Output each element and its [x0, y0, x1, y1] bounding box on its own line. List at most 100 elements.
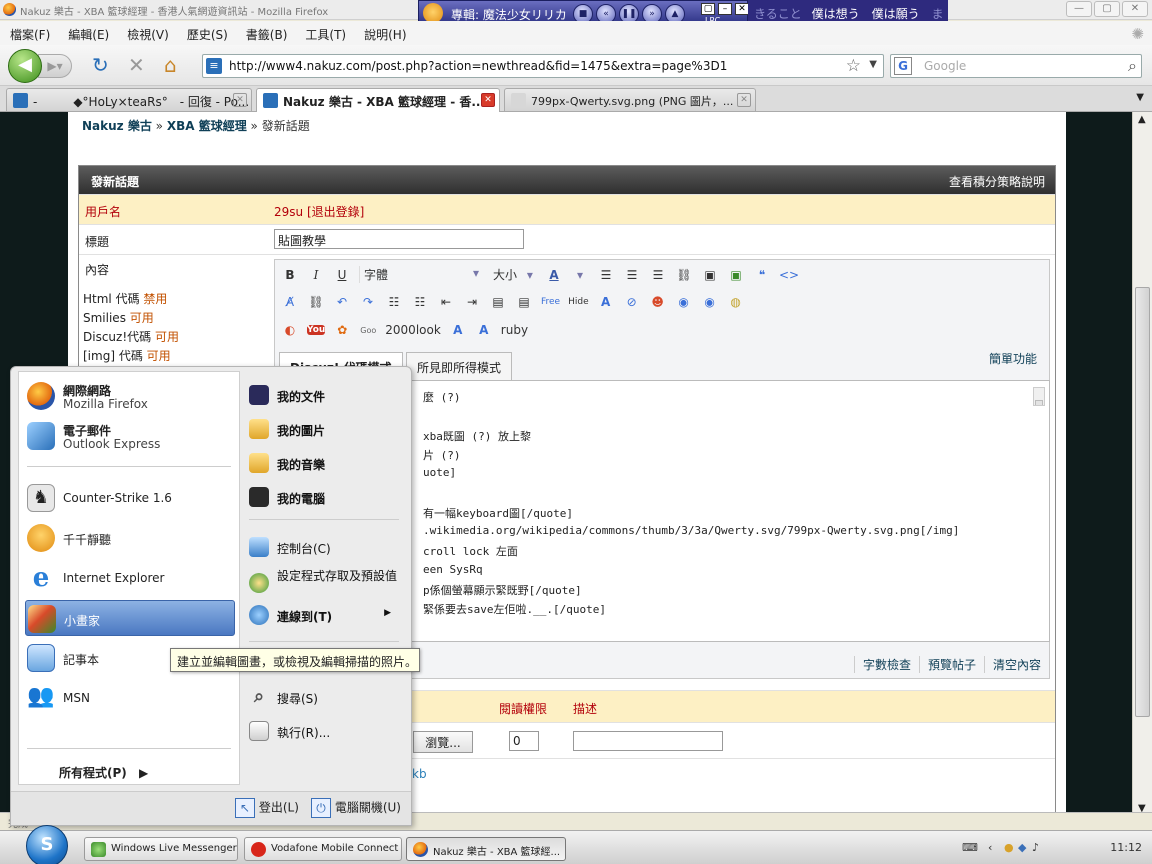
tab-nakuz[interactable]: Nakuz 樂古 - XBA 籃球經理 - 香... ✕: [256, 88, 500, 112]
all-programs-button[interactable]: 所有程式(P) ▶: [59, 764, 148, 781]
simple-mode-link[interactable]: 簡單功能: [989, 350, 1037, 367]
music-icon[interactable]: ✿: [333, 323, 351, 337]
clear-content-link[interactable]: 清空內容: [983, 656, 1041, 673]
float-right-icon[interactable]: ▤: [515, 295, 533, 309]
bold-icon[interactable]: B: [281, 268, 299, 282]
float-left-icon[interactable]: ▤: [489, 295, 507, 309]
start-item-internet-explorer[interactable]: e Internet Explorer: [25, 560, 235, 596]
menu-view[interactable]: 檢視(V): [127, 26, 169, 42]
menu-help[interactable]: 說明(H): [364, 26, 406, 42]
description-input[interactable]: [573, 731, 723, 751]
tab-wysiwyg-mode[interactable]: 所見即所得模式: [406, 352, 513, 380]
undo-icon[interactable]: ↶: [333, 295, 351, 309]
search-box[interactable]: G Google ⌕: [890, 54, 1142, 78]
ext-ruby[interactable]: ruby: [501, 323, 528, 337]
word-count-link[interactable]: 字數檢查: [853, 656, 911, 673]
breadcrumb-site[interactable]: Nakuz 樂古: [82, 119, 152, 133]
shutdown-button[interactable]: ⏻ 電腦關機(U): [311, 798, 401, 818]
home-icon[interactable]: ⌂: [164, 54, 177, 76]
close-icon[interactable]: ✕: [735, 3, 749, 15]
volume-icon[interactable]: ♪: [1032, 841, 1039, 854]
ordered-list-icon[interactable]: ☷: [385, 295, 403, 309]
menu-history[interactable]: 歷史(S): [187, 26, 228, 42]
tab-holy-tears[interactable]: - ◆°HoLy×teaRs° - 回復 - Po... ✕: [6, 88, 252, 111]
preview-link[interactable]: 預覽帖子: [918, 656, 976, 673]
url-bar[interactable]: ≡ http://www4.nakuz.com/post.php?action=…: [202, 54, 884, 78]
size-select[interactable]: 大小 ▾: [493, 266, 537, 283]
media-icon[interactable]: ◉: [675, 295, 693, 309]
align-center-icon[interactable]: ☰: [623, 268, 641, 282]
menu-tools[interactable]: 工具(T): [305, 26, 346, 42]
restore-icon[interactable]: ▢: [701, 3, 715, 15]
indent-icon[interactable]: ⇥: [463, 295, 481, 309]
stop-icon[interactable]: ✕: [128, 54, 145, 76]
close-button[interactable]: ✕: [1122, 1, 1148, 17]
chrome-icon[interactable]: ◐: [281, 323, 299, 337]
real-media-icon[interactable]: ◉: [701, 295, 719, 309]
code-icon[interactable]: <>: [779, 268, 799, 282]
align-right-icon[interactable]: ☰: [649, 268, 667, 282]
start-item-email[interactable]: 電子郵件 Outlook Express: [25, 418, 235, 454]
network-tray-icon[interactable]: ◆: [1018, 841, 1026, 854]
username-value[interactable]: 29su [退出登錄]: [274, 203, 364, 220]
underline-icon[interactable]: U: [333, 268, 351, 282]
start-search[interactable]: ⌕ 搜尋(S): [249, 687, 405, 711]
reload-icon[interactable]: ↻: [92, 54, 109, 76]
maximize-button[interactable]: ▢: [1094, 1, 1120, 17]
qq-icon[interactable]: ☻: [649, 295, 667, 309]
font-style-icon[interactable]: A: [597, 295, 615, 309]
insert-image-icon[interactable]: ▣: [727, 268, 745, 282]
google-map-icon[interactable]: Goo: [359, 326, 377, 335]
unordered-list-icon[interactable]: ☷: [411, 295, 429, 309]
redo-icon[interactable]: ↷: [359, 295, 377, 309]
tab-qwerty-image[interactable]: 799px-Qwerty.svg.png (PNG 圖片，... ✕: [504, 88, 756, 111]
font-select[interactable]: 字體 ▾: [359, 266, 485, 283]
start-my-music[interactable]: 我的音樂: [249, 453, 405, 477]
start-program-access[interactable]: 設定程式存取及預設值: [249, 569, 405, 597]
link-icon[interactable]: ⛓: [675, 268, 693, 282]
tray-app-icon[interactable]: ●: [1004, 841, 1014, 854]
start-my-computer[interactable]: 我的電腦: [249, 487, 405, 511]
page-scroll-thumb[interactable]: [1135, 287, 1150, 717]
tab-close-icon[interactable]: ✕: [737, 93, 751, 107]
url-dropdown-icon[interactable]: ▼: [869, 59, 877, 70]
align-left-icon[interactable]: ☰: [597, 268, 615, 282]
textarea-scroll-thumb[interactable]: [1035, 400, 1043, 406]
permission-input[interactable]: 0: [509, 731, 539, 751]
start-item-paint[interactable]: 小畫家: [25, 600, 235, 636]
menu-edit[interactable]: 編輯(E): [68, 26, 109, 42]
remove-format-icon[interactable]: A̸: [281, 295, 299, 309]
menu-file[interactable]: 檔案(F): [10, 26, 50, 42]
textarea-scrollbar[interactable]: [1033, 387, 1045, 407]
tab-close-icon[interactable]: ✕: [233, 93, 247, 107]
hide-tag-icon[interactable]: Hide: [568, 297, 589, 307]
credit-policy-link[interactable]: 查看積分策略說明: [949, 173, 1045, 190]
tab-list-icon[interactable]: ▼: [1136, 92, 1144, 103]
minimize-icon[interactable]: –: [718, 3, 732, 15]
start-item-msn[interactable]: 👥 MSN: [25, 680, 235, 716]
search-icon[interactable]: ⌕: [1128, 56, 1137, 76]
start-connect-to[interactable]: 連線到(T) ▶: [249, 605, 405, 629]
keyboard-icon[interactable]: ⌨: [962, 841, 978, 854]
unlink-icon[interactable]: ⛓: [307, 295, 325, 309]
start-item-internet[interactable]: 網際網路 Mozilla Firefox: [25, 378, 235, 414]
task-windows-live-messenger[interactable]: Windows Live Messenger: [84, 837, 238, 861]
task-vodafone[interactable]: Vodafone Mobile Connect ...: [244, 837, 402, 861]
start-button[interactable]: S: [26, 825, 68, 864]
ext-2000look[interactable]: 2000look: [385, 323, 441, 337]
start-item-counter-strike[interactable]: ♞ Counter-Strike 1.6: [25, 480, 235, 516]
superscript-icon[interactable]: A: [449, 323, 467, 337]
start-run[interactable]: 執行(R)...: [249, 721, 405, 745]
youtube-icon[interactable]: You: [307, 325, 326, 335]
minimize-button[interactable]: —: [1066, 1, 1092, 17]
logoff-button[interactable]: ↖ 登出(L): [235, 798, 299, 818]
start-item-ttplayer[interactable]: 千千靜聽: [25, 520, 235, 556]
task-firefox[interactable]: Nakuz 樂古 - XBA 籃球經...: [406, 837, 566, 861]
outdent-icon[interactable]: ⇤: [437, 295, 455, 309]
quote-icon[interactable]: ❝: [753, 268, 771, 282]
image-icon[interactable]: ▣: [701, 268, 719, 282]
subject-input[interactable]: 貼圖教學: [274, 229, 524, 249]
back-button[interactable]: ◀: [8, 49, 42, 83]
tray-expand-icon[interactable]: ‹: [988, 841, 992, 854]
start-my-pictures[interactable]: 我的圖片: [249, 419, 405, 443]
